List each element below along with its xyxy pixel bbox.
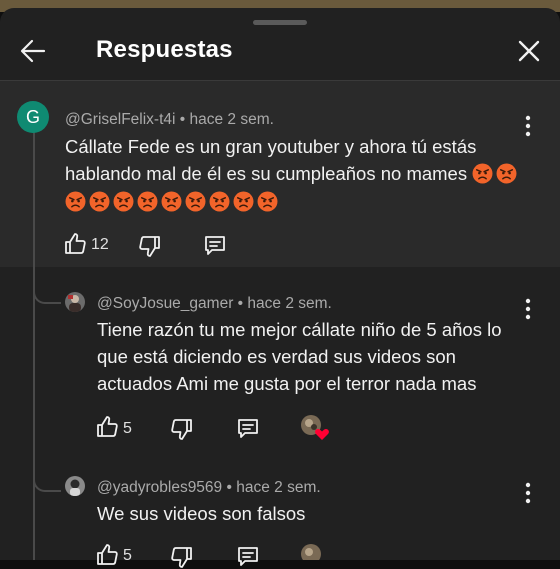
angry-face-emoji-icon	[65, 191, 86, 212]
thread-branch	[33, 474, 61, 492]
angry-face-emoji-icon	[209, 191, 230, 212]
comment-author[interactable]: @GriselFelix-t4i	[65, 111, 175, 128]
page-title: Respuestas	[96, 36, 233, 63]
comment-text-segment: hablando mal de él es su cumpleaños no m…	[65, 163, 468, 184]
comment-text: Cállate Fede es un gran youtuber y ahora…	[65, 133, 535, 215]
reply-icon[interactable]	[236, 544, 260, 568]
creator-heart-icon	[301, 544, 321, 560]
avatar[interactable]	[65, 292, 85, 312]
like-icon[interactable]	[95, 543, 119, 567]
emoji-group	[65, 188, 535, 215]
angry-face-emoji-icon	[113, 191, 134, 212]
angry-face-emoji-icon	[137, 191, 158, 212]
avatar[interactable]	[65, 476, 85, 496]
like-count: 5	[123, 547, 132, 564]
like-icon[interactable]	[63, 232, 87, 256]
like-icon[interactable]	[95, 415, 119, 439]
angry-face-emoji-icon	[257, 191, 278, 212]
comment-text: Tiene razón tu me mejor cállate niño de …	[97, 316, 537, 397]
comment-text-line: hablando mal de él es su cumpleaños no m…	[65, 160, 535, 187]
dislike-icon[interactable]	[170, 545, 194, 569]
reply-icon[interactable]	[203, 233, 227, 257]
comment-time: • hace 2 sem.	[179, 111, 274, 128]
angry-face-emoji-icon	[496, 163, 517, 184]
replies-header: Respuestas	[0, 22, 560, 80]
comment-author[interactable]: @yadyrobles9569	[97, 479, 222, 496]
comment-time: • hace 2 sem.	[226, 479, 321, 496]
comment-meta: @yadyrobles9569 • hace 2 sem.	[97, 479, 321, 497]
back-arrow-icon[interactable]	[18, 36, 48, 66]
comment-text-line: We sus videos son falsos	[97, 503, 306, 524]
angry-face-emoji-icon	[472, 163, 493, 184]
like-count: 12	[91, 236, 109, 253]
angry-face-emoji-icon	[185, 191, 206, 212]
comment-text-line: Tiene razón tu me mejor cállate niño de …	[97, 319, 502, 340]
emoji-group	[472, 163, 520, 184]
angry-face-emoji-icon	[161, 191, 182, 212]
dislike-icon[interactable]	[170, 417, 194, 441]
comment-meta: @SoyJosue_gamer • hace 2 sem.	[97, 295, 332, 313]
comment-author[interactable]: @SoyJosue_gamer	[97, 295, 233, 312]
thread-line	[33, 130, 35, 560]
avatar[interactable]: G	[17, 101, 49, 133]
like-count: 5	[123, 420, 132, 437]
reply-icon[interactable]	[236, 416, 260, 440]
comment-text-line: Cállate Fede es un gran youtuber y ahora…	[65, 136, 477, 157]
comment-text-line: actuados Ami me gusta por el terror nada…	[97, 373, 477, 394]
angry-face-emoji-icon	[233, 191, 254, 212]
comment-time: • hace 2 sem.	[237, 295, 332, 312]
comment-text: We sus videos son falsos	[97, 500, 537, 527]
angry-face-emoji-icon	[89, 191, 110, 212]
comment-text-line: que está diciendo es verdad sus videos s…	[97, 346, 456, 367]
comment-meta: @GriselFelix-t4i • hace 2 sem.	[65, 111, 274, 129]
dislike-icon[interactable]	[138, 234, 162, 258]
creator-heart-icon	[301, 415, 329, 440]
close-icon[interactable]	[514, 36, 544, 66]
thread-branch	[33, 286, 61, 304]
